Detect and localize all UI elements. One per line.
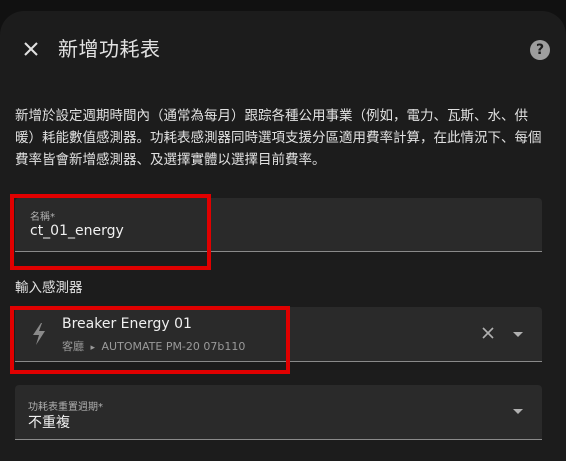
entity-name: Breaker Energy 01 bbox=[62, 316, 192, 332]
close-icon bbox=[482, 327, 494, 339]
dialog-title: 新增功耗表 bbox=[58, 37, 161, 61]
cycle-field-value: 不重複 bbox=[28, 415, 70, 431]
help-circle-icon: ? bbox=[535, 42, 545, 58]
name-field-label: 名稱* bbox=[30, 212, 55, 223]
chevron-down-icon[interactable] bbox=[513, 332, 523, 337]
breadcrumb-separator: ▸ bbox=[90, 343, 96, 353]
entity-context: 客廳 ▸ AUTOMATE PM-20 07b110 bbox=[62, 338, 245, 354]
input-sensor-label: 輸入感測器 bbox=[15, 280, 83, 296]
close-icon bbox=[24, 42, 38, 56]
add-utility-meter-dialog: 新增功耗表 ? 新增於設定週期時間內（通常為每月）跟踪各種公用事業（例如，電力、… bbox=[0, 11, 566, 461]
close-button[interactable] bbox=[17, 35, 45, 63]
lightning-bolt-icon bbox=[33, 323, 45, 345]
entity-area: 客廳 bbox=[62, 340, 84, 353]
clear-entity-button[interactable] bbox=[477, 322, 499, 344]
meter-reset-cycle-select[interactable]: 功耗表重置週期* 不重複 bbox=[15, 385, 542, 440]
dialog-description: 新增於設定週期時間內（通常為每月）跟踪各種公用事業（例如，電力、瓦斯、水、供暖）… bbox=[15, 108, 542, 168]
name-field[interactable]: 名稱* ct_01_energy bbox=[15, 198, 542, 252]
chevron-down-icon[interactable] bbox=[513, 409, 523, 414]
name-field-value: ct_01_energy bbox=[30, 223, 124, 239]
dialog-header: 新增功耗表 ? bbox=[0, 11, 566, 87]
entity-device: AUTOMATE PM-20 07b110 bbox=[101, 340, 246, 353]
help-button[interactable]: ? bbox=[530, 40, 550, 60]
cycle-field-label: 功耗表重置週期* bbox=[28, 402, 103, 413]
input-sensor-picker[interactable]: Breaker Energy 01 客廳 ▸ AUTOMATE PM-20 07… bbox=[15, 307, 542, 362]
